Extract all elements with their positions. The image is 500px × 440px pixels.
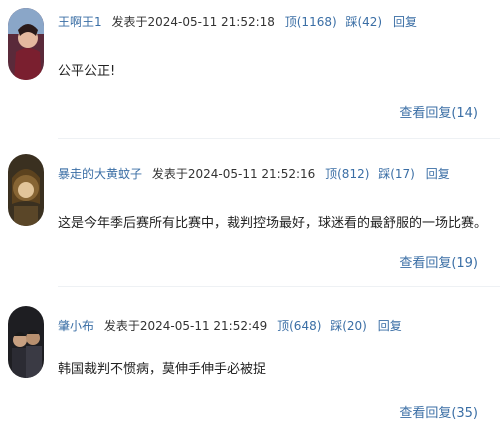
divider <box>58 138 500 139</box>
downvote-button[interactable]: 踩(17) <box>378 167 415 181</box>
divider <box>58 286 500 287</box>
post-time: 发表于2024-05-11 21:52:18 <box>111 15 275 29</box>
username-link[interactable]: 暴走的大黄蚊子 <box>58 167 142 181</box>
reply-button[interactable]: 回复 <box>378 319 402 333</box>
view-replies-link[interactable]: 查看回复(35) <box>399 404 478 424</box>
comment-item: 肇小布 发表于2024-05-11 21:52:49 顶(648) 踩(20) … <box>0 288 500 440</box>
avatar-image <box>8 8 44 80</box>
upvote-button[interactable]: 顶(1168) <box>285 15 337 29</box>
comment-meta: 肇小布 发表于2024-05-11 21:52:49 顶(648) 踩(20) … <box>58 316 407 336</box>
avatar-image <box>8 306 44 378</box>
avatar[interactable] <box>8 8 44 80</box>
post-time: 发表于2024-05-11 21:52:16 <box>151 167 316 181</box>
comment-text: 韩国裁判不惯病，莫伸手伸手必被捉 <box>58 362 267 377</box>
upvote-button[interactable]: 顶(812) <box>325 167 369 181</box>
avatar[interactable] <box>8 154 44 226</box>
username-link[interactable]: 肇小布 <box>58 319 94 333</box>
avatar-image <box>8 154 44 226</box>
downvote-button[interactable]: 踩(20) <box>330 319 367 333</box>
comment-text: 公平公正! <box>58 64 116 79</box>
reply-button[interactable]: 回复 <box>426 167 450 181</box>
comment-item: 暴走的大黄蚊子 发表于2024-05-11 21:52:16 顶(812) 踩(… <box>0 140 500 288</box>
view-replies-link[interactable]: 查看回复(14) <box>399 104 478 124</box>
comment-meta: 王啊王1 发表于2024-05-11 21:52:18 顶(1168) 踩(42… <box>58 12 422 32</box>
post-time: 发表于2024-05-11 21:52:49 <box>103 319 268 333</box>
view-replies-link[interactable]: 查看回复(19) <box>399 254 478 274</box>
username-link[interactable]: 王啊王1 <box>58 15 102 29</box>
avatar[interactable] <box>8 306 44 378</box>
comment-item: 王啊王1 发表于2024-05-11 21:52:18 顶(1168) 踩(42… <box>0 0 500 140</box>
downvote-button[interactable]: 踩(42) <box>345 15 382 29</box>
upvote-button[interactable]: 顶(648) <box>277 319 321 333</box>
comment-text: 这是今年季后赛所有比赛中，裁判控场最好，球迷看的最舒服的一场比赛。 <box>58 216 488 231</box>
comment-meta: 暴走的大黄蚊子 发表于2024-05-11 21:52:16 顶(812) 踩(… <box>58 164 455 184</box>
reply-button[interactable]: 回复 <box>393 15 417 29</box>
